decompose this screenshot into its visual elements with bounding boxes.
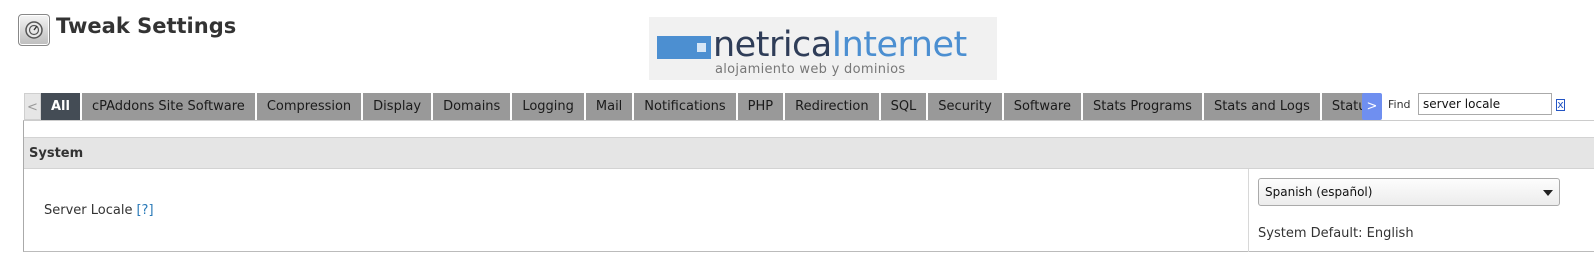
tab-php[interactable]: PHP [737, 93, 786, 120]
row-divider [1248, 169, 1249, 252]
tab-security[interactable]: Security [928, 93, 1004, 120]
tweak-settings-icon [18, 14, 50, 46]
tab-stats-programs[interactable]: Stats Programs [1083, 93, 1204, 120]
tab-software[interactable]: Software [1003, 93, 1083, 120]
setting-name: Server Locale [44, 203, 133, 218]
logo-wordmark: netricaInternet [713, 25, 967, 65]
find-label: Find [1388, 98, 1411, 111]
tab-mail[interactable]: Mail [585, 93, 635, 120]
logo-mark [657, 36, 711, 59]
section-title: System [29, 146, 84, 161]
tab-all[interactable]: All [41, 93, 82, 120]
section-header: System [24, 137, 1594, 169]
tabs-scroll-left-button[interactable]: < [24, 93, 41, 120]
tab-notifications[interactable]: Notifications [634, 93, 738, 120]
setting-label: Server Locale [?] [44, 203, 154, 218]
system-default-text: System Default: English [1258, 226, 1414, 241]
tab-sql[interactable]: SQL [880, 93, 929, 120]
chevron-down-icon [1543, 190, 1553, 196]
tab-stats-and-logs[interactable]: Stats and Logs [1203, 93, 1322, 120]
find-input[interactable] [1418, 93, 1552, 115]
tab-logging[interactable]: Logging [512, 93, 586, 120]
netrica-logo: netricaInternet alojamiento web y domini… [649, 17, 997, 80]
tab-status[interactable]: Status [1321, 93, 1364, 120]
server-locale-select[interactable]: Spanish (español) [1258, 178, 1560, 206]
logo-tagline: alojamiento web y dominios [715, 62, 906, 77]
category-tabs: < All cPAddons Site Software Compression Dis… [24, 93, 1364, 120]
clear-search-icon[interactable]: x [1556, 99, 1565, 111]
tab-display[interactable]: Display [363, 93, 434, 120]
help-link[interactable]: [?] [136, 203, 153, 218]
tab-cpaddons-site-software[interactable]: cPAddons Site Software [81, 93, 257, 120]
tab-redirection[interactable]: Redirection [785, 93, 881, 120]
tab-domains[interactable]: Domains [433, 93, 513, 120]
tab-compression[interactable]: Compression [256, 93, 364, 120]
tabs-scroll-right-button[interactable]: > [1362, 93, 1382, 120]
page-title: Tweak Settings [56, 14, 237, 38]
selected-value: Spanish (español) [1265, 185, 1373, 199]
settings-panel: System Server Locale [?] Spanish (español… [23, 120, 1594, 252]
